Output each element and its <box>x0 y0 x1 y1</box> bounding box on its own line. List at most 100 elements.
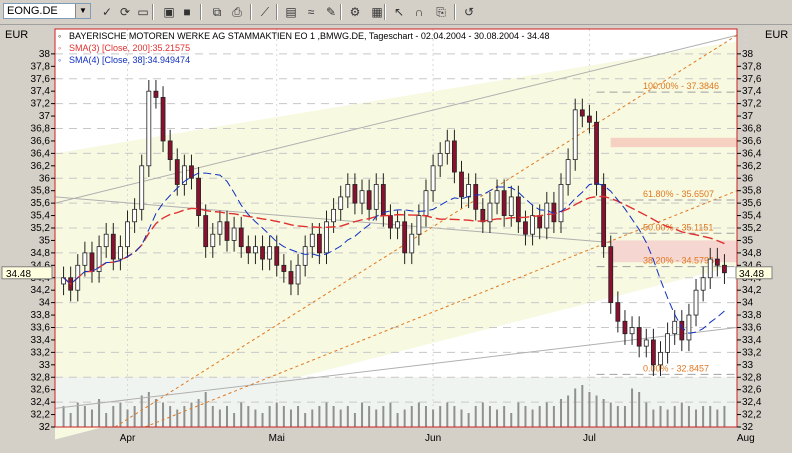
sma-38-legend: SMA(4) [Close, 38]:34.949474 <box>69 55 190 65</box>
candle-body <box>658 351 663 366</box>
y-tick-label-right: 34,2 <box>742 285 762 296</box>
candle-body <box>508 196 514 216</box>
candle-body <box>82 252 88 266</box>
y-tick-label-left: 33,6 <box>31 323 51 334</box>
new-document-icon[interactable]: ▭ <box>134 3 152 21</box>
y-tick-label-right: 35,4 <box>742 211 762 222</box>
open-folder-icon[interactable]: ▣ <box>160 3 178 21</box>
y-tick-label-right: 36 <box>742 173 754 184</box>
candle-body <box>345 184 351 198</box>
y-tick-label-right: 34,8 <box>742 248 762 259</box>
price-chart[interactable]: 100.00% - 37.384661.80% - 35.650750.00% … <box>0 25 792 453</box>
candle-body <box>160 97 166 142</box>
candle-body <box>530 215 535 235</box>
candle-body <box>636 327 642 347</box>
chevron-down-icon[interactable]: ▼ <box>75 4 90 18</box>
y-tick-label-left: 32,8 <box>31 372 51 383</box>
y-tick-label-right: 37 <box>742 111 754 122</box>
y-tick-label-right: 33 <box>742 360 754 371</box>
y-tick-label-right: 32 <box>742 422 754 433</box>
candle-body <box>380 184 386 216</box>
y-tick-label-left: 34 <box>39 298 51 309</box>
magnet-icon[interactable]: ∩ <box>410 3 428 21</box>
drawing-tool-icon[interactable]: ✎ <box>322 3 340 21</box>
candle-body <box>672 320 678 335</box>
candle-body <box>444 140 450 154</box>
y-tick-label-left: 37 <box>39 111 51 122</box>
y-tick-label-left: 36 <box>39 173 51 184</box>
candle-body <box>210 233 216 248</box>
candle-body <box>466 184 472 198</box>
candle-body <box>146 90 152 167</box>
line-tool-icon[interactable]: ⟋ <box>256 3 274 21</box>
y-tick-label-left: 36,8 <box>31 124 51 135</box>
candle-body <box>722 264 727 274</box>
fib-level-label: 100.00% - 37.3846 <box>643 81 719 91</box>
y-tick-label-right: 32,8 <box>742 372 762 383</box>
settings-icon[interactable]: ⚙ <box>346 3 364 21</box>
refresh-icon[interactable]: ⟳ <box>116 3 134 21</box>
chart-title: BAYERISCHE MOTOREN WERKE AG STAMMAKTIEN … <box>69 31 550 41</box>
candle-body <box>309 233 315 248</box>
x-tick-label: Jul <box>583 433 596 444</box>
print-icon[interactable]: ⎙ <box>228 3 246 21</box>
copy-icon[interactable]: ⧉ <box>208 3 226 21</box>
candle-body <box>416 215 422 235</box>
y-tick-label-left: 37,4 <box>31 86 51 97</box>
candle-body <box>281 264 287 272</box>
candle-body <box>118 246 123 260</box>
y-tick-label-left: 37,8 <box>31 61 51 72</box>
candle-body <box>587 115 592 123</box>
export-icon[interactable]: ⎘ <box>432 3 450 21</box>
chart-check-icon[interactable]: ✓ <box>98 3 116 21</box>
y-tick-label-left: 32,4 <box>31 397 51 408</box>
candle-body <box>260 246 265 260</box>
candle-body <box>714 258 720 266</box>
candle-body <box>352 184 358 204</box>
candle-body <box>430 165 436 192</box>
x-tick-label: Mai <box>269 433 285 444</box>
y-tick-label-right: 32,4 <box>742 397 762 408</box>
candle-body <box>437 152 443 167</box>
y-tick-label-right: 36,6 <box>742 136 762 147</box>
candle-body <box>693 289 699 316</box>
candle-body <box>480 208 486 223</box>
chart-window: EUR EUR 100.00% - 37.3846 61.80% - 35.650… <box>0 25 792 453</box>
y-tick-label-right: 35,8 <box>742 186 762 197</box>
candle-body <box>139 165 145 210</box>
candle-body <box>324 221 329 254</box>
legend-icon: ◦ <box>58 55 61 65</box>
y-tick-label-left: 36,2 <box>31 161 51 172</box>
y-tick-label-right: 32,2 <box>742 410 762 421</box>
symbol-selector[interactable]: EONG.DE ▼ <box>3 3 91 19</box>
y-tick-label-right: 36,2 <box>742 161 762 172</box>
candle-body <box>700 277 706 291</box>
candle-body <box>231 227 237 241</box>
toolbar-separator <box>276 4 278 20</box>
save-icon[interactable]: ■ <box>178 3 196 21</box>
candle-body <box>395 221 400 229</box>
chart-style-icon[interactable]: ▤ <box>282 3 300 21</box>
candle-body <box>253 246 258 254</box>
indicator-icon[interactable]: ≈ <box>302 3 320 21</box>
candle-body <box>217 221 223 235</box>
candle-body <box>302 246 308 266</box>
candle-body <box>196 177 201 216</box>
candle-body <box>594 121 599 185</box>
y-tick-label-right: 33,6 <box>742 323 762 334</box>
undo-icon[interactable]: ↺ <box>460 3 478 21</box>
candle-body <box>608 246 614 304</box>
y-tick-label-left: 35,4 <box>31 211 51 222</box>
y-tick-label-left: 34,8 <box>31 248 51 259</box>
y-tick-label-right: 33,2 <box>742 347 762 358</box>
candle-body <box>494 190 500 204</box>
y-tick-label-right: 36,4 <box>742 148 762 159</box>
x-tick-label: Apr <box>120 433 136 444</box>
candle-body <box>629 327 635 335</box>
candle-body <box>245 246 251 254</box>
y-tick-label-right: 35 <box>742 235 754 246</box>
cursor-icon[interactable]: ↖ <box>390 3 408 21</box>
candle-body <box>665 333 670 353</box>
candle-body <box>153 90 159 98</box>
toolbar-separator <box>200 4 202 20</box>
